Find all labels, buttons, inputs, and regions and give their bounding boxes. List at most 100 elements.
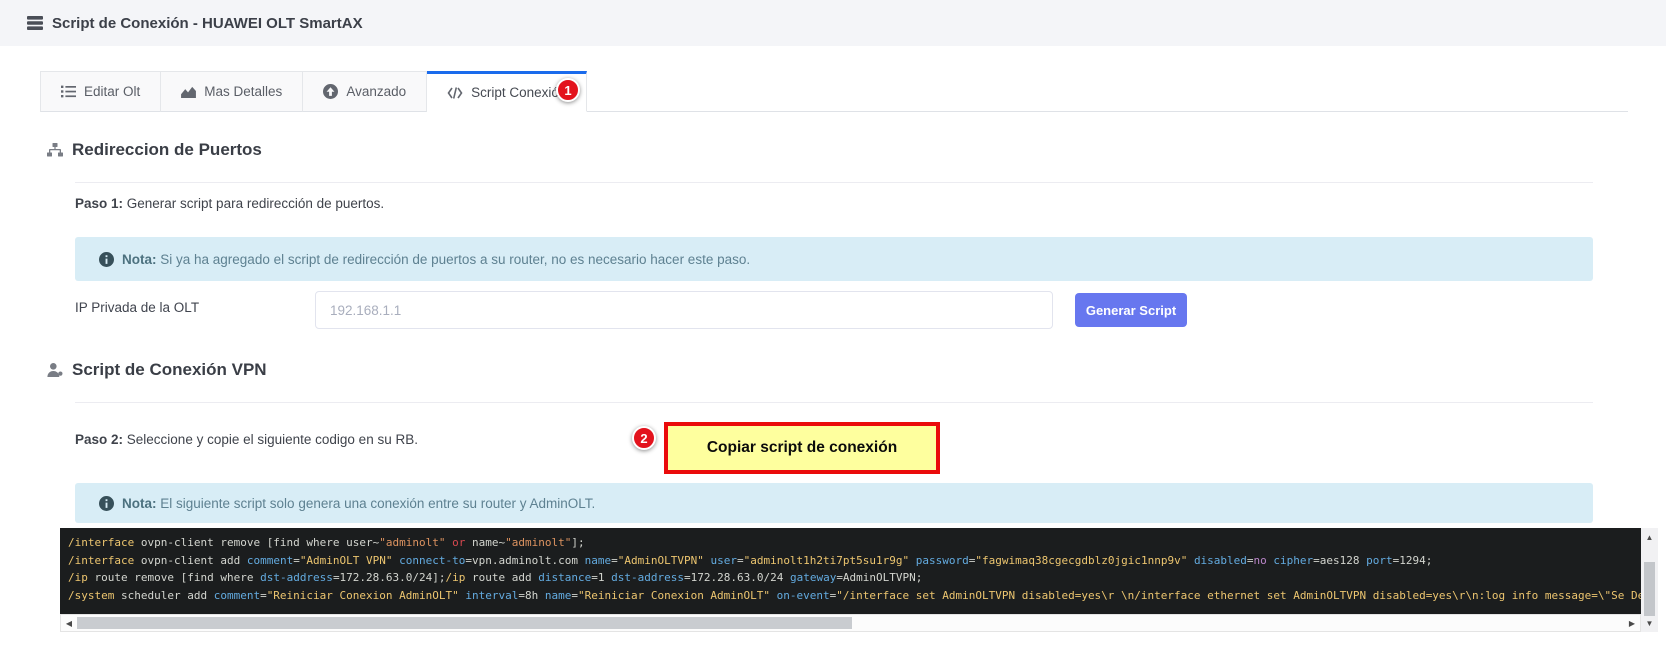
code-token: disabled (1194, 554, 1247, 567)
vertical-scrollbar[interactable]: ▲ ▼ (1641, 528, 1658, 632)
code-line: /interface ovpn-client remove [find wher… (68, 534, 1641, 552)
code-token: comment (214, 589, 260, 602)
section-title-vpn: Script de Conexión VPN (47, 360, 267, 380)
code-token: =1294; (1393, 554, 1433, 567)
scroll-up-arrow-icon[interactable]: ▲ (1641, 530, 1658, 544)
annotation-badge-2: 2 (632, 426, 656, 450)
scroll-right-arrow-icon[interactable]: ▶ (1624, 615, 1640, 631)
code-token (770, 589, 777, 602)
section-title-text: Script de Conexión VPN (72, 360, 267, 380)
paso-1-desc: Generar script para redirección de puert… (123, 196, 384, 211)
note-text: Nota: El siguiente script solo genera un… (122, 496, 595, 511)
tab-avanzado[interactable]: Avanzado (303, 71, 427, 112)
tab-label: Editar Olt (84, 84, 140, 99)
paso-1-text: Paso 1: Generar script para redirección … (75, 196, 384, 211)
section-title-text: Redireccion de Puertos (72, 140, 262, 160)
code-token: distance (538, 571, 591, 584)
copiar-script-callout[interactable]: Copiar script de conexión (664, 422, 940, 474)
tab-label: Mas Detalles (204, 84, 282, 99)
code-token: "AdminOLTVPN" (618, 554, 704, 567)
code-token: = (611, 554, 618, 567)
code-token: name (545, 589, 572, 602)
code-token: = (737, 554, 744, 567)
code-token: ]; (571, 536, 584, 549)
section-title-redireccion: Redireccion de Puertos (47, 140, 262, 160)
code-token: ovpn-client add (141, 554, 247, 567)
code-token: name~ (465, 536, 505, 549)
note-label: Nota: (122, 252, 157, 267)
ip-privada-label: IP Privada de la OLT (75, 300, 199, 315)
code-line: /system scheduler add comment="Reiniciar… (68, 587, 1641, 605)
code-token: = (571, 589, 578, 602)
note-alert-2: Nota: El siguiente script solo genera un… (75, 483, 1593, 523)
server-icon (27, 16, 43, 30)
generar-script-button[interactable]: Generar Script (1075, 293, 1187, 327)
code-token: ovpn-client remove [find where user~ (141, 536, 379, 549)
code-token: cipher (1273, 554, 1313, 567)
code-token: dst-address (260, 571, 333, 584)
code-token: "/interface set AdminOLTVPN disabled=yes… (836, 589, 1641, 602)
code-token: no (1254, 554, 1267, 567)
info-circle-icon (99, 496, 114, 511)
code-token: "adminolt" (505, 536, 571, 549)
scroll-left-arrow-icon[interactable]: ◀ (61, 615, 77, 631)
paso-2-desc: Seleccione y copie el siguiente codigo e… (123, 432, 418, 447)
code-token: /interface (68, 554, 141, 567)
page-title: Script de Conexión - HUAWEI OLT SmartAX (52, 15, 363, 32)
note-label: Nota: (122, 496, 157, 511)
info-circle-icon (99, 252, 114, 267)
horizontal-scrollbar[interactable]: ◀ ▶ (60, 614, 1641, 632)
note-body: El siguiente script solo genera una cone… (157, 496, 596, 511)
scroll-down-arrow-icon[interactable]: ▼ (1641, 616, 1658, 630)
code-token: "adminolt" (379, 536, 445, 549)
code-token: scheduler add (121, 589, 214, 602)
paso-2-text: Paso 2: Seleccione y copie el siguiente … (75, 432, 418, 447)
code-token: "AdminOLT VPN" (300, 554, 393, 567)
code-token: = (260, 589, 267, 602)
tab-bar: Editar Olt Mas Detalles Avanzado Script … (40, 70, 1628, 112)
code-token: =AdminOLTVPN; (836, 571, 922, 584)
page-header: Script de Conexión - HUAWEI OLT SmartAX (0, 0, 1666, 46)
list-icon (61, 85, 76, 98)
code-token: =aes128 (1313, 554, 1366, 567)
tab-label: Avanzado (346, 84, 406, 99)
divider (75, 182, 1593, 183)
code-token: "Reiniciar Conexion AdminOLT" (578, 589, 770, 602)
code-token: /interface (68, 536, 141, 549)
code-token: /ip (446, 571, 473, 584)
paso-2-label: Paso 2: (75, 432, 123, 447)
code-line: /ip route remove [find where dst-address… (68, 569, 1641, 587)
tab-mas-detalles[interactable]: Mas Detalles (161, 71, 303, 112)
chart-area-icon (181, 85, 196, 98)
tab-editar-olt[interactable]: Editar Olt (40, 71, 161, 112)
arrow-circle-up-icon (323, 84, 338, 99)
code-token: name (585, 554, 612, 567)
code-token: interval (465, 589, 518, 602)
code-block[interactable]: /interface ovpn-client remove [find wher… (60, 528, 1641, 614)
code-token: route add (472, 571, 538, 584)
code-token: "fagwimaq38cgecgdblz0jgic1nnp9v" (975, 554, 1187, 567)
vertical-scrollbar-thumb[interactable] (1644, 562, 1655, 616)
ip-privada-input[interactable] (315, 291, 1053, 329)
code-token: "Reiniciar Conexion AdminOLT" (267, 589, 459, 602)
tab-label: Script Conexión (471, 85, 566, 100)
code-token: /ip (68, 571, 95, 584)
code-icon (447, 87, 463, 99)
code-token: password (916, 554, 969, 567)
code-token: on-event (777, 589, 830, 602)
code-token: user (710, 554, 737, 567)
code-token: =172.28.63.0/24 (684, 571, 790, 584)
code-token: =1 (591, 571, 611, 584)
code-line: /interface ovpn-client add comment="Admi… (68, 552, 1641, 570)
horizontal-scrollbar-thumb[interactable] (77, 617, 852, 629)
code-token: gateway (790, 571, 836, 584)
code-token: connect-to (399, 554, 465, 567)
code-token: =8h (518, 589, 545, 602)
code-token: "adminolt1h2ti7pt5su1r9g" (744, 554, 910, 567)
code-token: port (1366, 554, 1393, 567)
note-body: Si ya ha agregado el script de redirecci… (157, 252, 751, 267)
divider (75, 402, 1593, 403)
sitemap-icon (47, 143, 63, 157)
user-icon (47, 363, 63, 377)
code-token: or (452, 536, 465, 549)
